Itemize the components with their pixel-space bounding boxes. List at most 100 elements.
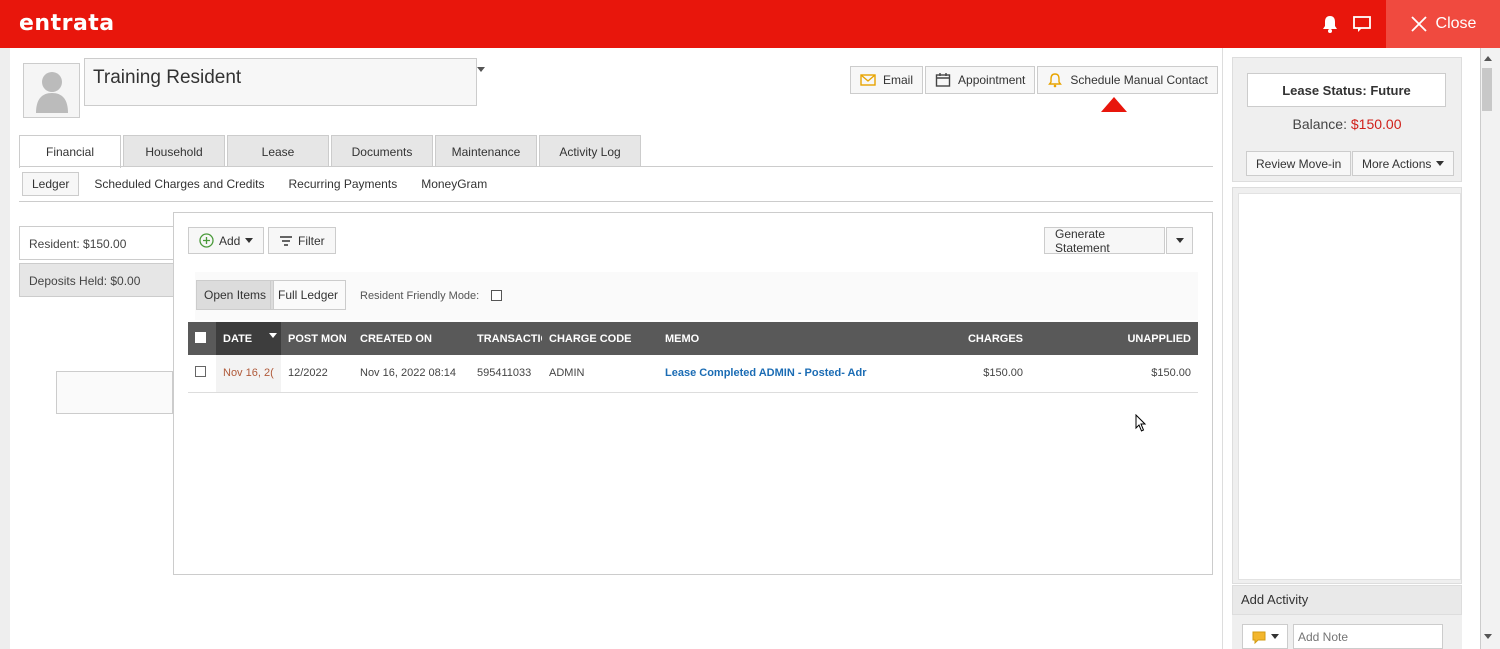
sub-tabs: Ledger Scheduled Charges and Credits Rec… <box>22 172 502 196</box>
entrata-logo[interactable]: entrata <box>19 11 115 36</box>
ledger-panel <box>173 212 1213 575</box>
main-tabs: Financial Household Lease Documents Main… <box>19 135 643 168</box>
scroll-up-arrow-icon[interactable] <box>1484 56 1492 61</box>
more-actions-button[interactable]: More Actions <box>1352 151 1455 176</box>
row-unapplied: $150.00 <box>1030 355 1198 393</box>
review-move-in-label: Review Move-in <box>1256 156 1342 171</box>
subtab-recurring-payments[interactable]: Recurring Payments <box>279 172 406 196</box>
generate-statement-button[interactable]: Generate Statement <box>1044 226 1165 255</box>
filter-button[interactable]: Filter <box>268 227 336 254</box>
notifications-bell-icon[interactable] <box>1320 14 1340 34</box>
generate-statement-label: Generate Statement <box>1055 226 1110 255</box>
chevron-down-icon <box>1175 238 1184 243</box>
row-checkbox[interactable] <box>195 366 206 378</box>
note-type-icon <box>1252 631 1266 644</box>
row-transaction: 595411033 <box>470 355 542 393</box>
add-button[interactable]: Add <box>188 227 265 254</box>
subtab-moneygram[interactable]: MoneyGram <box>412 172 496 196</box>
resident-name[interactable]: Training Resident <box>84 58 477 106</box>
bell-icon <box>1048 73 1063 88</box>
add-caret-icon <box>245 238 254 243</box>
email-label: Email <box>883 73 914 87</box>
resident-friendly-mode-label: Resident Friendly Mode: <box>360 290 480 302</box>
close-button[interactable]: Close <box>1386 0 1500 48</box>
scroll-thumb[interactable] <box>1482 68 1492 111</box>
highlight-arrow-icon <box>1101 97 1127 112</box>
tab-documents[interactable]: Documents <box>331 135 433 167</box>
resident-friendly-mode-checkbox[interactable] <box>491 290 502 301</box>
mouse-cursor-icon <box>1135 414 1147 432</box>
col-charge-code[interactable]: CHARGE CODE <box>542 322 658 355</box>
resident-balance-tab[interactable]: Resident: $150.00 <box>19 226 175 260</box>
subtab-ledger[interactable]: Ledger <box>22 172 80 196</box>
chat-icon[interactable] <box>1352 14 1372 34</box>
right-panel-divider <box>1222 48 1223 649</box>
close-label: Close <box>1435 15 1477 32</box>
schedule-manual-contact-button[interactable]: Schedule Manual Contact <box>1037 66 1218 94</box>
tab-activity-log[interactable]: Activity Log <box>539 135 641 167</box>
subtabs-divider <box>19 201 1213 202</box>
row-date: Nov 16, 2( <box>216 355 281 393</box>
row-charge-code: ADMIN <box>542 355 658 393</box>
background-scrollbar[interactable] <box>1480 48 1500 649</box>
review-move-in-button[interactable]: Review Move-in <box>1246 151 1352 176</box>
appointment-button[interactable]: Appointment <box>925 66 1036 94</box>
filter-icon <box>280 235 292 246</box>
tab-maintenance[interactable]: Maintenance <box>435 135 537 167</box>
chevron-down-icon <box>1271 634 1279 639</box>
col-transaction[interactable]: TRANSACTIC <box>470 322 542 355</box>
table-row[interactable]: Nov 16, 2( 12/2022 Nov 16, 2022 08:14 59… <box>188 355 1198 393</box>
close-icon <box>1410 16 1427 32</box>
empty-side-box <box>56 371 173 414</box>
generate-statement-dropdown[interactable] <box>1166 227 1193 254</box>
row-post-month: 12/2022 <box>281 355 353 393</box>
open-items-button[interactable]: Open Items <box>196 280 275 310</box>
add-label: Add <box>219 233 241 248</box>
col-unapplied[interactable]: UNAPPLIED <box>1030 322 1198 355</box>
chevron-down-icon <box>1436 161 1445 166</box>
col-memo[interactable]: MEMO <box>658 322 908 355</box>
table-header-row: DATE POST MON CREATED ON TRANSACTIC CHAR… <box>188 322 1198 355</box>
header-actions: Email Appointment Schedule Manual Contac… <box>850 66 1220 94</box>
top-bar: entrata Close <box>0 0 1500 48</box>
mail-icon <box>860 74 876 86</box>
background-strip <box>0 48 10 649</box>
ledger-table: DATE POST MON CREATED ON TRANSACTIC CHAR… <box>188 322 1198 393</box>
full-ledger-button[interactable]: Full Ledger <box>270 280 347 310</box>
note-type-dropdown[interactable] <box>1242 624 1288 649</box>
add-note-input[interactable] <box>1293 624 1443 649</box>
activity-feed-content[interactable] <box>1238 193 1461 580</box>
sort-caret-icon[interactable] <box>269 333 277 338</box>
tab-lease[interactable]: Lease <box>227 135 329 167</box>
subtab-scheduled-charges[interactable]: Scheduled Charges and Credits <box>85 172 273 196</box>
row-select-cell[interactable] <box>188 355 216 393</box>
scroll-down-arrow-icon[interactable] <box>1484 634 1492 639</box>
add-circle-icon <box>199 233 214 248</box>
col-created-on[interactable]: CREATED ON <box>353 322 470 355</box>
schedule-manual-contact-label: Schedule Manual Contact <box>1070 73 1208 87</box>
col-charges[interactable]: CHARGES <box>908 322 1030 355</box>
tabs-divider <box>19 166 1213 167</box>
avatar <box>23 63 80 118</box>
email-button[interactable]: Email <box>850 66 924 94</box>
memo-link[interactable]: Lease Completed ADMIN - Posted- Adr <box>665 367 867 379</box>
row-memo-cell: Lease Completed ADMIN - Posted- Adr <box>658 355 908 393</box>
tab-household[interactable]: Household <box>123 135 225 167</box>
add-activity-header: Add Activity <box>1232 585 1462 615</box>
user-silhouette-icon <box>35 71 68 113</box>
balance-amount: $150.00 <box>1350 116 1402 132</box>
deposits-held-tab[interactable]: Deposits Held: $0.00 <box>19 263 175 297</box>
row-charges: $150.00 <box>908 355 1030 393</box>
resident-dropdown-caret-icon[interactable] <box>477 67 485 72</box>
col-date[interactable]: DATE <box>216 322 281 355</box>
filter-label: Filter <box>298 233 325 248</box>
more-actions-label: More Actions <box>1362 156 1432 171</box>
select-all-cell[interactable] <box>188 322 216 355</box>
row-created-on: Nov 16, 2022 08:14 <box>353 355 470 393</box>
lease-status: Lease Status: Future <box>1247 73 1446 107</box>
col-post-month[interactable]: POST MON <box>281 322 353 355</box>
appointment-label: Appointment <box>958 73 1026 87</box>
calendar-icon <box>935 73 951 87</box>
select-all-checkbox[interactable] <box>195 331 206 343</box>
tab-financial[interactable]: Financial <box>19 135 121 168</box>
